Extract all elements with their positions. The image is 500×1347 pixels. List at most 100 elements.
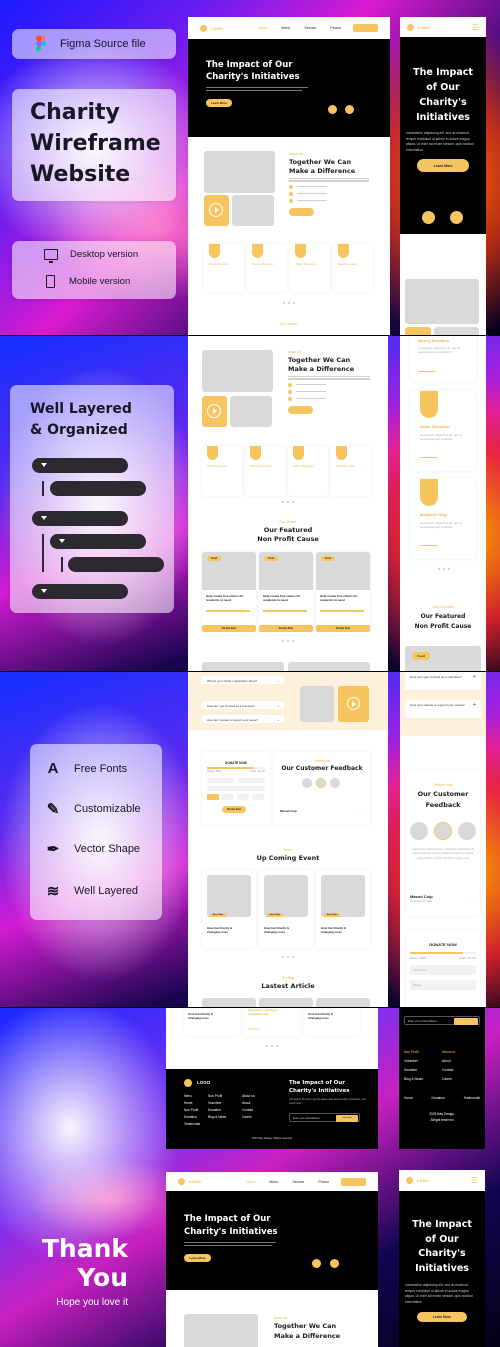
name-input[interactable]: Your Name: [410, 965, 476, 975]
footer-link[interactable]: Blog & News: [208, 1114, 226, 1121]
service-card[interactable]: Money Donation: [245, 446, 285, 496]
layer-group[interactable]: [50, 534, 146, 549]
footer-link[interactable]: About: [242, 1100, 255, 1107]
logo-text[interactable]: LOGO: [211, 26, 223, 31]
carousel-dots[interactable]: [282, 501, 294, 503]
event-card[interactable]: Event Date How Our Charity Is Changing Li…: [259, 870, 313, 948]
footer-link[interactable]: Volunteer: [208, 1100, 226, 1107]
service-card[interactable]: Water Donation: [290, 244, 330, 292]
footer-link[interactable]: Contact: [242, 1107, 255, 1114]
footer-link[interactable]: Contact: [442, 1066, 455, 1075]
footer-link[interactable]: Volunteer: [404, 1057, 423, 1066]
phone-input[interactable]: [238, 778, 265, 783]
footer-link[interactable]: Donation: [404, 1066, 423, 1075]
avatar[interactable]: [458, 822, 476, 840]
nav-link-service[interactable]: Service: [292, 1180, 304, 1184]
testimonial-arrows-icon[interactable]: ← →: [357, 809, 364, 813]
mobile-learn-more-button[interactable]: Learn More: [417, 159, 469, 172]
logo-text[interactable]: LOGO: [418, 25, 430, 30]
footer-link[interactable]: Career: [442, 1075, 455, 1084]
footer-link[interactable]: Career: [242, 1114, 255, 1121]
footer-link[interactable]: Donation: [432, 1096, 445, 1100]
carousel-dots[interactable]: [282, 956, 294, 958]
hamburger-menu-icon[interactable]: ☰: [472, 23, 479, 32]
layer-item[interactable]: [50, 481, 146, 496]
layer-group[interactable]: [32, 458, 128, 473]
amount-option[interactable]: [252, 794, 264, 800]
footer-link[interactable]: Non Profit: [184, 1107, 200, 1114]
nav-donate-button[interactable]: [353, 24, 378, 32]
phone-input[interactable]: Phone: [410, 980, 476, 990]
event-card[interactable]: Event Date How Our Charity Is Changing Li…: [202, 870, 256, 948]
logo-text[interactable]: LOGO: [189, 1179, 201, 1184]
faq-item[interactable]: + How can I get involved as a volunteer?: [405, 672, 481, 690]
play-icon[interactable]: [207, 404, 221, 418]
footer-email-input[interactable]: Enter your email address: [404, 1016, 480, 1025]
cause-card[interactable]: Food Help create free clinics for reside…: [259, 552, 313, 634]
layer-group[interactable]: [32, 511, 128, 526]
hero-learn-more-button[interactable]: Learn More: [206, 98, 232, 107]
service-card[interactable]: Money Donation consectetur adipiscing el…: [410, 336, 476, 382]
nav-link-menu[interactable]: Menu: [281, 26, 290, 30]
amount-option[interactable]: [222, 794, 234, 800]
hamburger-menu-icon[interactable]: ☰: [471, 1176, 478, 1185]
footer-link[interactable]: Blog & News: [404, 1075, 423, 1084]
layer-group[interactable]: [32, 584, 128, 599]
nav-link-home[interactable]: Home: [258, 26, 268, 30]
blog-card[interactable]: Innovative Learning in Changing Lives Rea…: [244, 1008, 300, 1036]
service-card[interactable]: Food Donation: [204, 244, 244, 292]
service-card[interactable]: Medicine Help: [331, 446, 371, 496]
nav-link-promo[interactable]: Promo: [318, 1180, 329, 1184]
service-card[interactable]: Water Donation: [288, 446, 328, 496]
blog-card[interactable]: How Our Charity Is Changing Lives: [184, 1008, 240, 1036]
faq-item[interactable]: How can I get involved as a volunteer? +: [202, 701, 284, 709]
footer-subscribe-button[interactable]: [454, 1018, 478, 1025]
name-input[interactable]: [207, 778, 234, 783]
carousel-dots[interactable]: [282, 640, 294, 642]
avatar[interactable]: [330, 778, 340, 788]
faq-item[interactable]: + How can I donate to support your cause?: [405, 700, 481, 718]
about-learn-more-button[interactable]: [288, 405, 313, 414]
service-card[interactable]: Money Donation: [247, 244, 287, 292]
hero-next-button[interactable]: [450, 211, 463, 224]
avatar-active[interactable]: [316, 778, 326, 788]
layer-item[interactable]: [68, 557, 164, 572]
footer-link[interactable]: Testimonial: [184, 1121, 200, 1128]
hero-prev-button[interactable]: [328, 105, 337, 114]
faq-item[interactable]: How can I donate to support your cause? +: [202, 715, 284, 723]
testimonial-arrows-icon[interactable]: ← →: [466, 897, 475, 902]
arrow-right-icon[interactable]: [420, 545, 438, 546]
hero-next-button[interactable]: [330, 1259, 339, 1268]
faq-item[interactable]: What is your charity organization about?…: [202, 676, 284, 684]
nav-link-promo[interactable]: Promo: [330, 26, 341, 30]
arrow-right-icon[interactable]: [418, 371, 436, 372]
avatar[interactable]: [410, 822, 428, 840]
cause-card[interactable]: Food Help create free clinics for reside…: [316, 552, 370, 634]
footer-logo-text[interactable]: LOGO: [197, 1080, 210, 1085]
donate-submit-button[interactable]: Donate Now: [222, 806, 246, 813]
amount-option[interactable]: [237, 794, 249, 800]
cause-donate-button[interactable]: Donate Now: [259, 625, 313, 632]
blog-card[interactable]: How Our Charity Is Changing Lives: [304, 1008, 360, 1036]
footer-link[interactable]: Home: [184, 1100, 200, 1107]
carousel-dots[interactable]: [283, 302, 295, 304]
service-card[interactable]: Medicine Help consectetur adipiscing eli…: [410, 479, 476, 559]
blog-read-more-link[interactable]: Read More: [248, 1028, 260, 1031]
service-card[interactable]: Food Donation: [202, 446, 242, 496]
cause-donate-button[interactable]: Donate Now: [202, 625, 256, 632]
nav-link-home[interactable]: Home: [246, 1180, 256, 1184]
footer-link[interactable]: Donation: [208, 1107, 226, 1114]
avatar-active[interactable]: [434, 822, 452, 840]
play-icon[interactable]: [209, 203, 223, 217]
service-card[interactable]: Medicine Help: [333, 244, 373, 292]
nav-link-service[interactable]: Service: [304, 26, 316, 30]
email-input[interactable]: [207, 786, 265, 791]
footer-link[interactable]: About: [442, 1057, 455, 1066]
carousel-dots[interactable]: [438, 568, 450, 570]
footer-subscribe-button[interactable]: Subscribe: [336, 1115, 358, 1122]
logo-text[interactable]: LOGO: [417, 1178, 429, 1183]
mobile-learn-more-button[interactable]: Learn More: [417, 1312, 467, 1322]
nav-donate-button[interactable]: [341, 1177, 366, 1186]
avatar[interactable]: [302, 778, 312, 788]
play-icon[interactable]: [347, 697, 360, 710]
